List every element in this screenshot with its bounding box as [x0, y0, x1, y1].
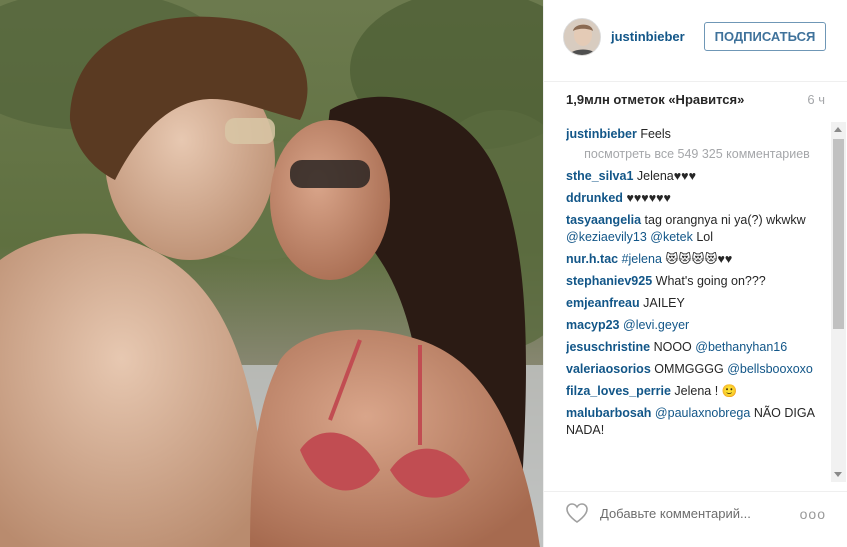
comment-text: What's going on???: [655, 274, 766, 288]
comment-username[interactable]: valeriaosorios: [566, 362, 651, 376]
comment-text: tag orangnya ni ya(?) wkwkw: [644, 213, 806, 227]
comment-item: malubarbosah @paulaxnobrega NÃO DIGA NAD…: [566, 405, 828, 439]
caption-text: Feels: [640, 127, 671, 141]
scrollbar-thumb[interactable]: [833, 139, 844, 329]
comment-username[interactable]: sthe_silva1: [566, 169, 633, 183]
comment-mention[interactable]: @bethanyhan16: [695, 340, 787, 354]
post-details-panel: justinbieber ПОДПИСАТЬСЯ 1,9млн отметок …: [543, 0, 847, 547]
comments-list: justinbieber Feels посмотреть все 549 32…: [566, 124, 828, 480]
comment-text: Jelena ! 🙂: [674, 384, 738, 398]
post-header: justinbieber ПОДПИСАТЬСЯ: [544, 0, 847, 82]
more-options-icon[interactable]: ooo: [800, 506, 826, 522]
post-footer: ooo: [544, 491, 847, 547]
comments-scrollbar[interactable]: [831, 122, 846, 482]
comment-text: Jelena♥♥♥: [636, 169, 697, 183]
post-caption: justinbieber Feels: [566, 126, 828, 143]
comment-username[interactable]: jesuschristine: [566, 340, 650, 354]
post-author-username[interactable]: justinbieber: [611, 29, 685, 44]
comment-username[interactable]: macyp23: [566, 318, 620, 332]
add-comment-input[interactable]: [600, 506, 780, 521]
comment-username[interactable]: stephaniev925: [566, 274, 652, 288]
heart-outline-icon[interactable]: [565, 502, 589, 524]
comment-mention[interactable]: @levi.geyer: [623, 318, 689, 332]
comment-text: JAILEY: [643, 296, 685, 310]
comment-mention[interactable]: @paulaxnobrega: [655, 406, 750, 420]
comment-text: NOOO: [653, 340, 692, 354]
scroll-down-arrow-icon[interactable]: [834, 472, 842, 477]
view-all-comments-link[interactable]: посмотреть все 549 325 комментариев: [572, 146, 822, 163]
couple-photo: [0, 0, 543, 547]
comment-mention[interactable]: @keziaevily13 @ketek: [566, 230, 693, 244]
comment-username[interactable]: nur.h.tac: [566, 252, 618, 266]
comment-item: filza_loves_perrie Jelena ! 🙂: [566, 383, 828, 400]
comment-item: tasyaangelia tag orangnya ni ya(?) wkwkw…: [566, 212, 828, 246]
caption-username[interactable]: justinbieber: [566, 127, 637, 141]
post-photo[interactable]: [0, 0, 543, 547]
comment-item: ddrunked ♥♥♥♥♥♥: [566, 190, 828, 207]
comment-item: stephaniev925 What's going on???: [566, 273, 828, 290]
comment-username[interactable]: filza_loves_perrie: [566, 384, 671, 398]
post-time[interactable]: 6 ч: [807, 92, 825, 107]
comment-item: emjeanfreau JAILEY: [566, 295, 828, 312]
comment-hashtag[interactable]: #jelena: [622, 252, 662, 266]
likes-count[interactable]: 1,9млн отметок «Нравится»: [566, 92, 744, 107]
comment-item: valeriaosorios OMMGGGG @bellsbooxoxo: [566, 361, 828, 378]
comment-text: OMMGGGG: [654, 362, 724, 376]
comment-text-tail: 😻😻😻😻♥♥: [665, 252, 733, 266]
comment-item: sthe_silva1 Jelena♥♥♥: [566, 168, 828, 185]
comment-item: macyp23 @levi.geyer: [566, 317, 828, 334]
comment-mention[interactable]: @bellsbooxoxo: [727, 362, 813, 376]
comment-text: ♥♥♥♥♥♥: [626, 191, 671, 205]
comment-username[interactable]: ddrunked: [566, 191, 623, 205]
scroll-up-arrow-icon[interactable]: [834, 127, 842, 132]
comment-username[interactable]: tasyaangelia: [566, 213, 641, 227]
comment-username[interactable]: emjeanfreau: [566, 296, 640, 310]
comment-text-tail: Lol: [696, 230, 713, 244]
comment-item: jesuschristine NOOO @bethanyhan16: [566, 339, 828, 356]
comment-item: nur.h.tac #jelena 😻😻😻😻♥♥: [566, 251, 828, 268]
follow-button[interactable]: ПОДПИСАТЬСЯ: [704, 22, 826, 51]
comment-username[interactable]: malubarbosah: [566, 406, 651, 420]
user-avatar-icon[interactable]: [563, 18, 601, 56]
